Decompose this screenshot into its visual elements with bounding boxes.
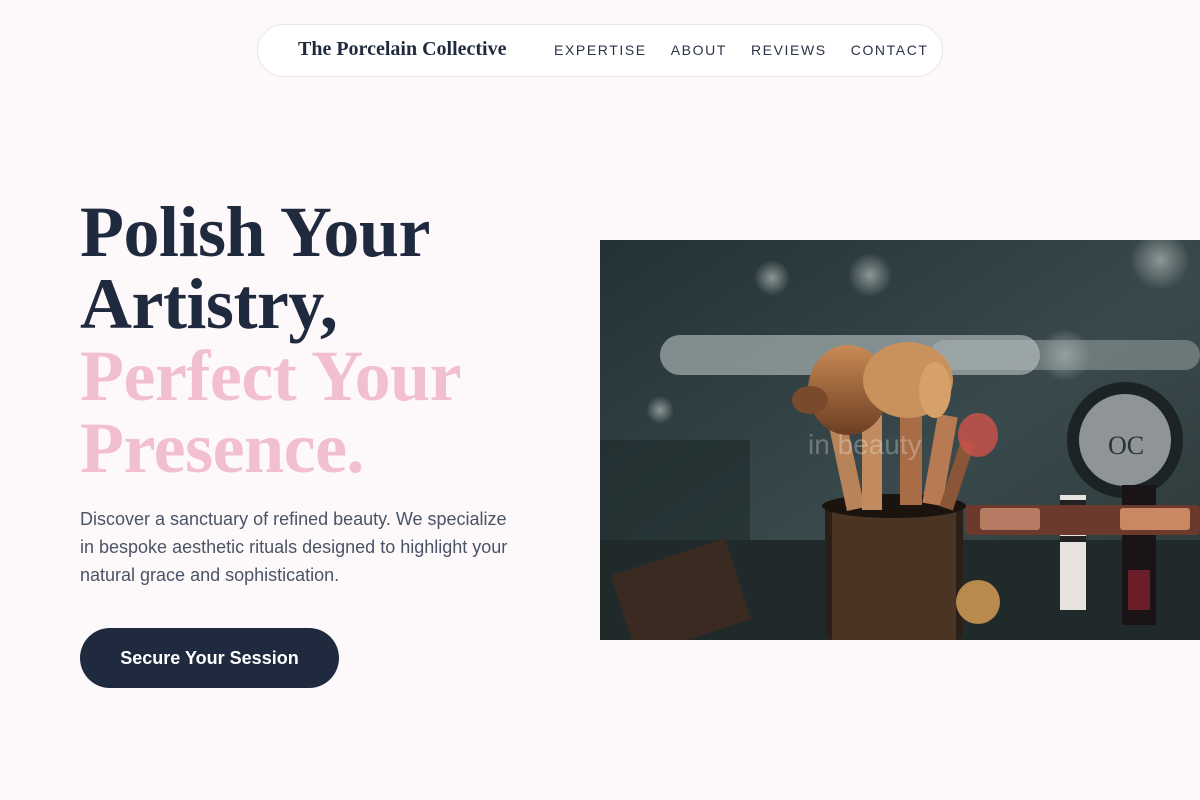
headline-line-2: Artistry, xyxy=(80,264,338,344)
nav-link-about[interactable]: ABOUT xyxy=(671,42,727,58)
secure-session-button[interactable]: Secure Your Session xyxy=(80,628,339,688)
nav-link-contact[interactable]: CONTACT xyxy=(851,42,929,58)
headline-line-3: Perfect Your xyxy=(80,336,462,416)
hero-image: OC in beauty xyxy=(600,240,1200,640)
top-nav: The Porcelain Collective EXPERTISE ABOUT… xyxy=(257,24,943,77)
nav-link-expertise[interactable]: EXPERTISE xyxy=(554,42,647,58)
nav-links: EXPERTISE ABOUT REVIEWS CONTACT xyxy=(554,42,929,58)
svg-text:OC: OC xyxy=(1108,431,1144,460)
image-watermark: in beauty xyxy=(808,429,922,460)
hero-description: Discover a sanctuary of refined beauty. … xyxy=(80,509,508,585)
landing-page: The Porcelain Collective EXPERTISE ABOUT… xyxy=(0,0,1200,800)
headline-line-1: Polish Your xyxy=(80,192,430,272)
headline-line-4: Presence. xyxy=(80,408,365,488)
nav-link-reviews[interactable]: REVIEWS xyxy=(751,42,827,58)
hero-headline: Polish Your Artistry, Perfect Your Prese… xyxy=(80,196,580,484)
brand-logo[interactable]: The Porcelain Collective xyxy=(298,38,506,61)
makeup-brushes-photo-icon: OC in beauty xyxy=(600,240,1200,640)
